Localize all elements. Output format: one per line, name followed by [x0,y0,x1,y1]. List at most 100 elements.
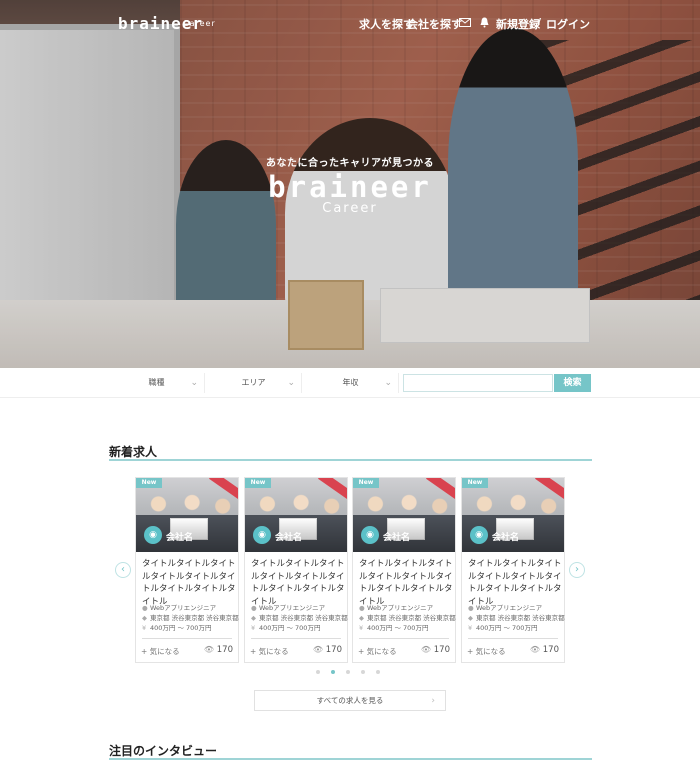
person-icon: ● [468,604,474,612]
keyword-input[interactable] [403,374,553,392]
hero-title: braineer [268,170,432,204]
nav-login[interactable]: ログイン [546,16,590,32]
company-logo-icon: ◉ [470,526,488,544]
job-salary-text: 400万円 〜 700万円 [367,624,429,632]
new-jobs-underline [109,459,592,461]
card-divider [468,638,558,639]
pin-icon: ◆ [142,614,147,622]
card-divider [251,638,341,639]
hero-tagline: あなたに合ったキャリアが見つかる [266,158,434,169]
carousel-prev-button[interactable]: ‹ [115,562,131,578]
job-type-select[interactable]: 職種 ⌄ [109,373,205,393]
favorite-button[interactable]: + 気になる [467,646,506,657]
job-card[interactable]: New ◉ 会社名 タイトルタイトルタイトルタイトルタイトルタイトルタイトルタイ… [352,477,456,663]
pin-icon: ◆ [359,614,364,622]
favorite-button[interactable]: + 気になる [250,646,289,657]
view-count: 👁 170 [313,645,342,655]
hero-copy: あなたに合ったキャリアが見つかる braineer Career [0,154,700,216]
job-salary: ¥400万円 〜 700万円 [359,624,428,633]
view-count: 👁 170 [204,645,233,655]
company-name: 会社名 [166,533,194,543]
eye-icon: 👁 [420,645,432,654]
nav-find-jobs[interactable]: 求人を探す [359,16,414,32]
job-role: ● Webアプリエンジニア [142,604,216,613]
site-logo-sub: Career [183,19,216,28]
person-icon: ● [359,604,365,612]
nav-find-companies[interactable]: 会社を探す [407,16,462,32]
pager-dot[interactable] [346,670,350,674]
job-card-photo: New ◉ 会社名 [245,478,347,552]
job-location: ◆ 東京都 渋谷東京都 渋谷東京都 [251,614,348,623]
job-role: ● Webアプリエンジニア [359,604,433,613]
pager-dot[interactable] [316,670,320,674]
card-divider [359,638,449,639]
view-count: 👁 170 [421,645,450,655]
job-salary-text: 400万円 〜 700万円 [259,624,321,632]
job-salary: ¥400万円 〜 700万円 [468,624,537,633]
company-logo-icon: ◉ [361,526,379,544]
job-card[interactable]: New ◉ 会社名 タイトルタイトルタイトルタイトルタイトルタイトルタイトルタイ… [244,477,348,663]
hero-subtitle: Career [322,201,378,216]
job-role: ● Webアプリエンジニア [251,604,325,613]
job-role-text: Webアプリエンジニア [259,604,326,612]
job-salary-text: 400万円 〜 700万円 [150,624,212,632]
job-title[interactable]: タイトルタイトルタイトルタイトルタイトルタイトルタイトルタイトルタイトル [142,558,236,608]
favorite-button[interactable]: + 気になる [141,646,180,657]
job-role-text: Webアプリエンジニア [476,604,543,612]
view-count-value: 170 [433,645,450,655]
pin-icon: ◆ [251,614,256,622]
company-name: 会社名 [275,533,303,543]
yen-icon: ¥ [142,624,147,632]
search-bar: 職種 ⌄ エリア ⌄ 年収 ⌄ 検索 [0,368,700,398]
income-value: 年収 [342,378,359,387]
chevron-right-icon: › [431,696,435,706]
favorite-button[interactable]: + 気になる [358,646,397,657]
job-salary-text: 400万円 〜 700万円 [476,624,538,632]
job-card[interactable]: New ◉ 会社名 タイトルタイトルタイトルタイトルタイトルタイトルタイトルタイ… [461,477,565,663]
job-location: ◆ 東京都 渋谷東京都 渋谷東京都 [468,614,565,623]
nav-separator: / [537,16,542,29]
job-role-text: Webアプリエンジニア [367,604,434,612]
see-all-jobs-button[interactable]: すべての求人を見る › [254,690,446,711]
job-location-text: 東京都 渋谷東京都 渋谷東京都 [367,614,456,622]
see-all-jobs-label: すべての求人を見る [316,696,384,705]
mail-icon[interactable] [459,17,471,30]
carousel-next-button[interactable]: › [569,562,585,578]
interviews-heading: 注目のインタビュー [109,744,218,758]
new-badge: New [462,478,488,488]
yen-icon: ¥ [251,624,256,632]
view-count-value: 170 [325,645,342,655]
job-location-text: 東京都 渋谷東京都 渋谷東京都 [150,614,239,622]
new-badge: New [353,478,379,488]
job-title[interactable]: タイトルタイトルタイトルタイトルタイトルタイトルタイトルタイトルタイトル [251,558,345,608]
job-salary: ¥400万円 〜 700万円 [251,624,320,633]
eye-icon: 👁 [203,645,215,654]
nav-register[interactable]: 新規登録 [496,16,540,32]
hero-section: braineer Career 求人を探す 会社を探す 新規登録 / ログイン … [0,0,700,368]
bell-icon[interactable] [480,17,489,31]
company-name: 会社名 [383,533,411,543]
company-name: 会社名 [492,533,520,543]
job-location: ◆ 東京都 渋谷東京都 渋谷東京都 [142,614,239,623]
chevron-down-icon: ⌄ [384,378,392,388]
job-title[interactable]: タイトルタイトルタイトルタイトルタイトルタイトルタイトルタイトルタイトル [468,558,562,608]
job-title[interactable]: タイトルタイトルタイトルタイトルタイトルタイトルタイトルタイトルタイトル [359,558,453,608]
new-badge: New [245,478,271,488]
person-icon: ● [251,604,257,612]
job-salary: ¥400万円 〜 700万円 [142,624,211,633]
pager-dot[interactable] [331,670,335,674]
area-select[interactable]: エリア ⌄ [206,373,302,393]
pager-dot[interactable] [361,670,365,674]
new-badge: New [136,478,162,488]
income-select[interactable]: 年収 ⌄ [303,373,399,393]
eye-icon: 👁 [529,645,541,654]
search-button[interactable]: 検索 [554,374,591,392]
area-value: エリア [241,378,266,387]
job-card[interactable]: New ◉ 会社名 タイトルタイトルタイトルタイトルタイトルタイトルタイトルタイ… [135,477,239,663]
card-divider [142,638,232,639]
top-nav: braineer Career 求人を探す 会社を探す 新規登録 / ログイン [0,14,700,34]
job-type-value: 職種 [148,378,165,387]
job-card-photo: New ◉ 会社名 [353,478,455,552]
company-logo-icon: ◉ [144,526,162,544]
pager-dot[interactable] [376,670,380,674]
